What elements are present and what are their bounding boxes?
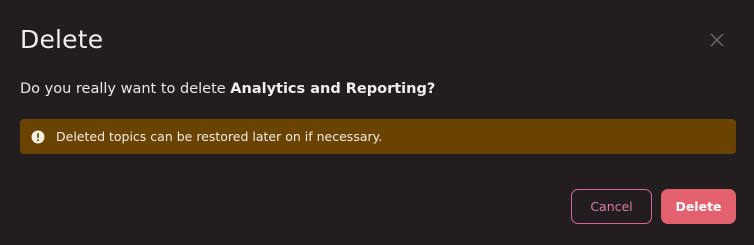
cancel-button[interactable]: Cancel [571, 189, 652, 224]
alert-text: Deleted topics can be restored later on … [56, 129, 383, 144]
delete-button[interactable]: Delete [661, 189, 736, 224]
confirmation-message: Do you really want to delete Analytics a… [20, 79, 435, 99]
message-suffix: ? [426, 81, 436, 97]
delete-dialog: Delete Do you really want to delete Anal… [0, 0, 754, 245]
item-name: Analytics and Reporting [230, 81, 427, 97]
message-prefix: Do you really want to delete [20, 81, 231, 97]
warning-alert: Deleted topics can be restored later on … [20, 119, 736, 154]
close-button[interactable] [705, 28, 729, 52]
dialog-title: Delete [20, 25, 104, 54]
close-icon [710, 33, 724, 47]
warning-icon [31, 130, 45, 144]
